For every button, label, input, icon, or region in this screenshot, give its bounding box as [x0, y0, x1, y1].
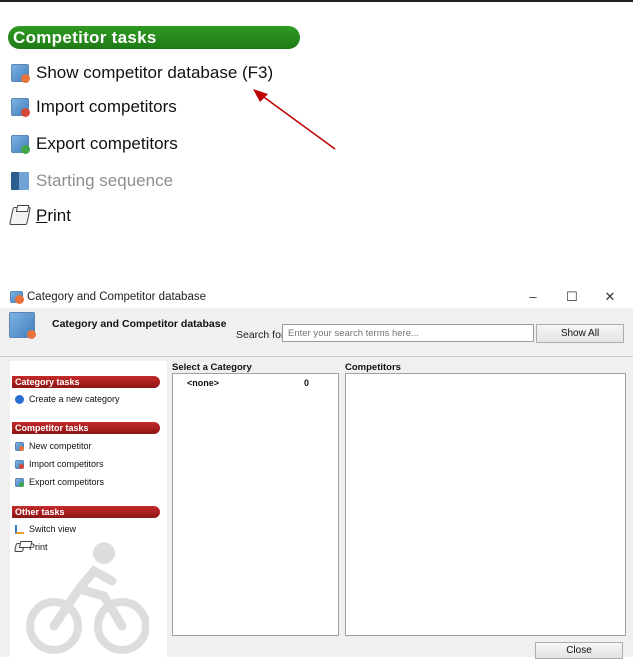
create-category-item[interactable]: Create a new category [15, 393, 120, 405]
show-competitor-database-item[interactable]: Show competitor database (F3) [11, 62, 273, 84]
header-title: Category and Competitor database [52, 318, 227, 330]
top-border [0, 0, 633, 2]
new-competitor-item[interactable]: New competitor [15, 440, 92, 452]
other-tasks-header[interactable]: Other tasks [12, 506, 160, 518]
category-list[interactable]: <none> 0 [172, 373, 339, 636]
new-competitor-icon [15, 441, 24, 451]
export-competitors-icon [15, 477, 24, 487]
print-icon [9, 207, 31, 225]
competitor-tasks-header[interactable]: Competitor tasks [12, 422, 160, 434]
create-category-icon [15, 394, 24, 404]
maximize-button[interactable]: ☐ [561, 288, 583, 306]
app-icon [10, 291, 24, 304]
import-competitors-icon [11, 98, 30, 117]
annotation-arrow [253, 89, 336, 150]
print-item[interactable]: Print [9, 205, 71, 227]
competitor-tasks-heading: Competitor tasks [8, 26, 300, 49]
switch-view-item[interactable]: Switch view [15, 523, 76, 535]
import-competitors-icon [15, 459, 24, 469]
close-window-button[interactable]: ✕ [599, 288, 621, 306]
import-competitors-label: Import competitors [36, 97, 177, 116]
export-competitors-side-item[interactable]: Export competitors [15, 476, 104, 488]
window-header: Category and Competitor database Search … [0, 308, 633, 350]
starting-sequence-item[interactable]: Starting sequence [11, 170, 173, 192]
create-category-label: Create a new category [29, 394, 120, 404]
header-separator [0, 356, 633, 357]
import-competitors-item[interactable]: Import competitors [11, 96, 177, 118]
show-competitor-database-label: Show competitor database (F3) [36, 63, 274, 82]
category-row-name[interactable]: <none> [187, 378, 219, 388]
search-input[interactable] [282, 324, 534, 342]
starting-sequence-label: Starting sequence [36, 171, 174, 190]
task-pane: Category tasks Create a new category Com… [10, 361, 167, 657]
export-competitors-icon [11, 135, 30, 154]
category-pane-title: Select a Category [172, 362, 252, 373]
export-competitors-side-label: Export competitors [29, 477, 105, 487]
competitors-pane-title: Competitors [345, 362, 401, 373]
starting-sequence-icon [11, 172, 29, 190]
import-competitors-side-label: Import competitors [29, 459, 104, 469]
database-icon [9, 312, 36, 339]
switch-view-label: Switch view [29, 524, 77, 534]
show-all-button[interactable]: Show All [536, 324, 624, 343]
switch-view-icon [15, 524, 24, 534]
cyclist-watermark-icon [26, 542, 149, 654]
export-competitors-label: Export competitors [36, 134, 178, 153]
search-label: Search for: [236, 329, 288, 341]
title-bar: Category and Competitor database – ☐ ✕ [0, 286, 633, 308]
import-competitors-side-item[interactable]: Import competitors [15, 458, 104, 470]
competitors-list[interactable] [345, 373, 626, 636]
print-label: Print [36, 206, 71, 225]
export-competitors-item[interactable]: Export competitors [11, 133, 178, 155]
competitor-database-icon [11, 64, 30, 83]
close-button[interactable]: Close [535, 642, 623, 659]
new-competitor-label: New competitor [29, 441, 92, 451]
category-tasks-header[interactable]: Category tasks [12, 376, 160, 388]
minimize-button[interactable]: – [522, 288, 544, 306]
competitor-database-window: Category and Competitor database – ☐ ✕ C… [0, 286, 633, 659]
window-title: Category and Competitor database [27, 291, 206, 303]
category-row-count: 0 [304, 378, 310, 388]
